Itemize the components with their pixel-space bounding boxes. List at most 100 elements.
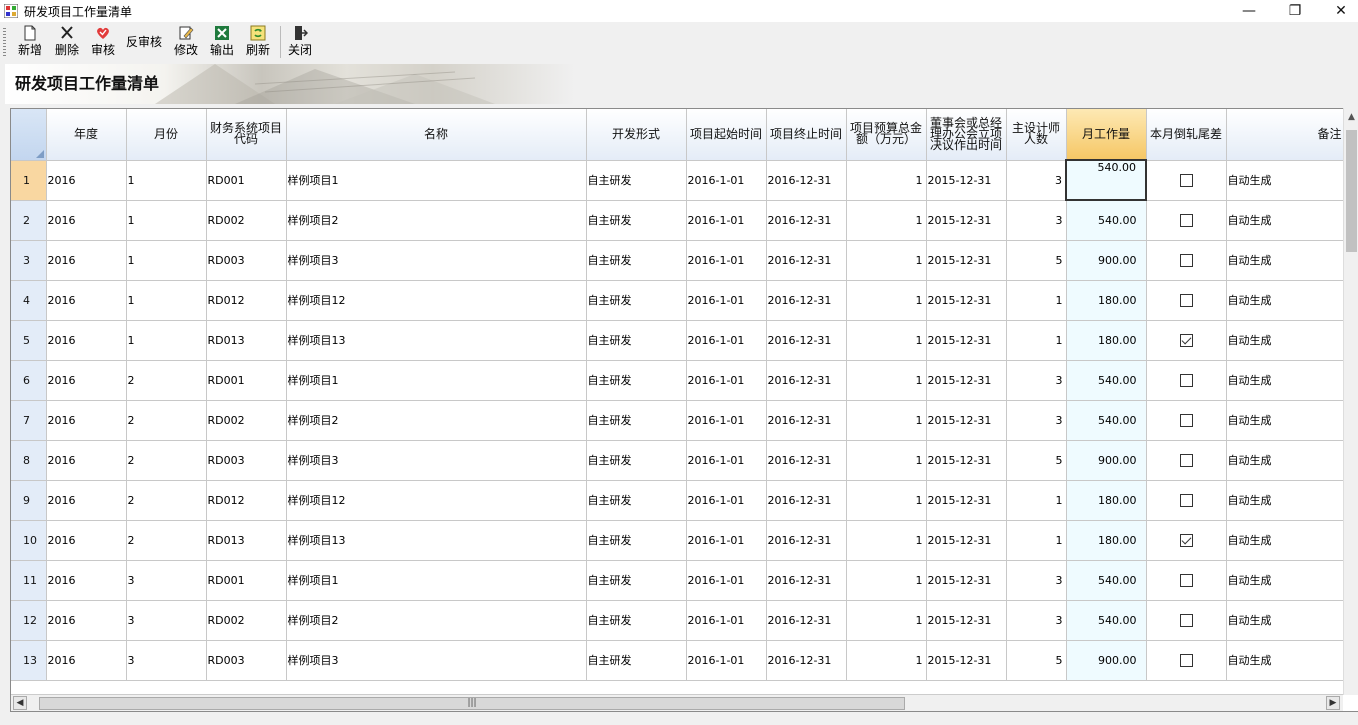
cell-budget[interactable]: 1 [846,360,927,401]
table-row[interactable]: 12 2016 3 RD002 样例项目2 自主研发 2016-1-01 2016-12-31… [11,600,1347,641]
cell-decision-date[interactable]: 2015-12-31 [926,640,1007,681]
scroll-right-icon[interactable]: ▶ [1326,696,1340,710]
horizontal-scrollbar[interactable]: ◀ ||| ▶ [11,694,1343,711]
row-header[interactable]: 3 [11,240,47,281]
column-header-year[interactable]: 年度 [46,109,127,161]
cell-budget[interactable]: 1 [846,200,927,241]
cell-designers[interactable]: 3 [1006,600,1067,641]
cell-adjustment[interactable] [1146,320,1227,361]
cell-dev-form[interactable]: 自主研发 [586,400,687,441]
vertical-scroll-thumb[interactable] [1346,130,1357,252]
cell-project-code[interactable]: RD001 [206,560,287,601]
cell-dev-form[interactable]: 自主研发 [586,360,687,401]
cell-adjustment[interactable] [1146,520,1227,561]
cell-adjustment[interactable] [1146,160,1227,201]
cell-month[interactable]: 3 [126,600,207,641]
cell-adjustment[interactable] [1146,480,1227,521]
cell-note[interactable]: 自动生成 [1226,160,1347,201]
cell-year[interactable]: 2016 [46,640,127,681]
adjustment-checkbox[interactable] [1179,453,1193,467]
cell-dev-form[interactable]: 自主研发 [586,560,687,601]
cell-note[interactable]: 自动生成 [1226,480,1347,521]
column-header-end-date[interactable]: 项目终止时间 [766,109,847,161]
cell-start-date[interactable]: 2016-1-01 [686,640,767,681]
cell-year[interactable]: 2016 [46,600,127,641]
table-row[interactable]: 11 2016 3 RD001 样例项目1 自主研发 2016-1-01 2016-12-31… [11,560,1347,601]
cell-end-date[interactable]: 2016-12-31 [766,640,847,681]
cell-year[interactable]: 2016 [46,480,127,521]
table-row[interactable]: 9 2016 2 RD012 样例项目12 自主研发 2016-1-01 2016-12-31… [11,480,1347,521]
cell-project-code[interactable]: RD002 [206,200,287,241]
cell-designers[interactable]: 3 [1006,200,1067,241]
column-header-name[interactable]: 名称 [286,109,587,161]
cell-project-code[interactable]: RD003 [206,240,287,281]
cell-note[interactable]: 自动生成 [1226,400,1347,441]
cell-start-date[interactable]: 2016-1-01 [686,480,767,521]
cell-end-date[interactable]: 2016-12-31 [766,280,847,321]
cell-adjustment[interactable] [1146,560,1227,601]
cell-monthly-workload[interactable]: 180.00 [1066,520,1147,561]
cell-adjustment[interactable] [1146,200,1227,241]
cell-adjustment[interactable] [1146,240,1227,281]
cell-year[interactable]: 2016 [46,160,127,201]
column-header-budget[interactable]: 项目预算总金额（万元） [846,109,927,161]
cell-decision-date[interactable]: 2015-12-31 [926,520,1007,561]
cell-decision-date[interactable]: 2015-12-31 [926,480,1007,521]
row-header[interactable]: 11 [11,560,47,601]
adjustment-checkbox[interactable] [1179,373,1193,387]
cell-start-date[interactable]: 2016-1-01 [686,600,767,641]
row-header[interactable]: 6 [11,360,47,401]
edit-button[interactable]: 修改 [170,24,202,60]
cell-name[interactable]: 样例项目13 [286,520,587,561]
adjustment-checkbox[interactable] [1179,493,1193,507]
column-header-note[interactable]: 备注 [1226,109,1347,161]
cell-name[interactable]: 样例项目13 [286,320,587,361]
cell-year[interactable]: 2016 [46,400,127,441]
cell-month[interactable]: 2 [126,440,207,481]
column-header-month[interactable]: 月份 [126,109,207,161]
cell-project-code[interactable]: RD003 [206,440,287,481]
cell-end-date[interactable]: 2016-12-31 [766,560,847,601]
cell-name[interactable]: 样例项目3 [286,440,587,481]
cell-decision-date[interactable]: 2015-12-31 [926,400,1007,441]
cell-project-code[interactable]: RD001 [206,360,287,401]
row-header[interactable]: 2 [11,200,47,241]
scroll-up-icon[interactable]: ▲ [1344,110,1358,124]
cell-start-date[interactable]: 2016-1-01 [686,280,767,321]
row-header[interactable]: 9 [11,480,47,521]
cell-start-date[interactable]: 2016-1-01 [686,240,767,281]
cell-project-code[interactable]: RD003 [206,640,287,681]
cell-monthly-workload[interactable]: 180.00 [1066,480,1147,521]
cell-name[interactable]: 样例项目3 [286,640,587,681]
cell-decision-date[interactable]: 2015-12-31 [926,360,1007,401]
cell-decision-date[interactable]: 2015-12-31 [926,600,1007,641]
cell-note[interactable]: 自动生成 [1226,200,1347,241]
cell-month[interactable]: 3 [126,560,207,601]
cell-designers[interactable]: 3 [1006,360,1067,401]
cell-decision-date[interactable]: 2015-12-31 [926,280,1007,321]
cell-adjustment[interactable] [1146,280,1227,321]
cell-decision-date[interactable]: 2015-12-31 [926,560,1007,601]
cell-month[interactable]: 2 [126,520,207,561]
adjustment-checkbox[interactable] [1179,413,1193,427]
cell-year[interactable]: 2016 [46,200,127,241]
cell-end-date[interactable]: 2016-12-31 [766,320,847,361]
cell-dev-form[interactable]: 自主研发 [586,200,687,241]
cell-budget[interactable]: 1 [846,160,927,201]
adjustment-checkbox[interactable] [1179,213,1193,227]
cell-end-date[interactable]: 2016-12-31 [766,360,847,401]
cell-name[interactable]: 样例项目3 [286,240,587,281]
row-header[interactable]: 12 [11,600,47,641]
adjustment-checkbox[interactable] [1179,333,1193,347]
approve-button[interactable]: 审核 [86,24,120,60]
close-button[interactable]: 关闭 [284,24,316,60]
column-header-designers[interactable]: 主设计师人数 [1006,109,1067,161]
table-row[interactable]: 5 2016 1 RD013 样例项目13 自主研发 2016-1-01 2016-12-31… [11,320,1347,361]
column-header-project-code[interactable]: 财务系统项目代码 [206,109,287,161]
cell-designers[interactable]: 1 [1006,520,1067,561]
cell-monthly-workload[interactable]: 900.00 [1066,440,1147,481]
cell-start-date[interactable]: 2016-1-01 [686,160,767,201]
row-header[interactable]: 10 [11,520,47,561]
cell-note[interactable]: 自动生成 [1226,280,1347,321]
cell-designers[interactable]: 3 [1006,160,1067,201]
